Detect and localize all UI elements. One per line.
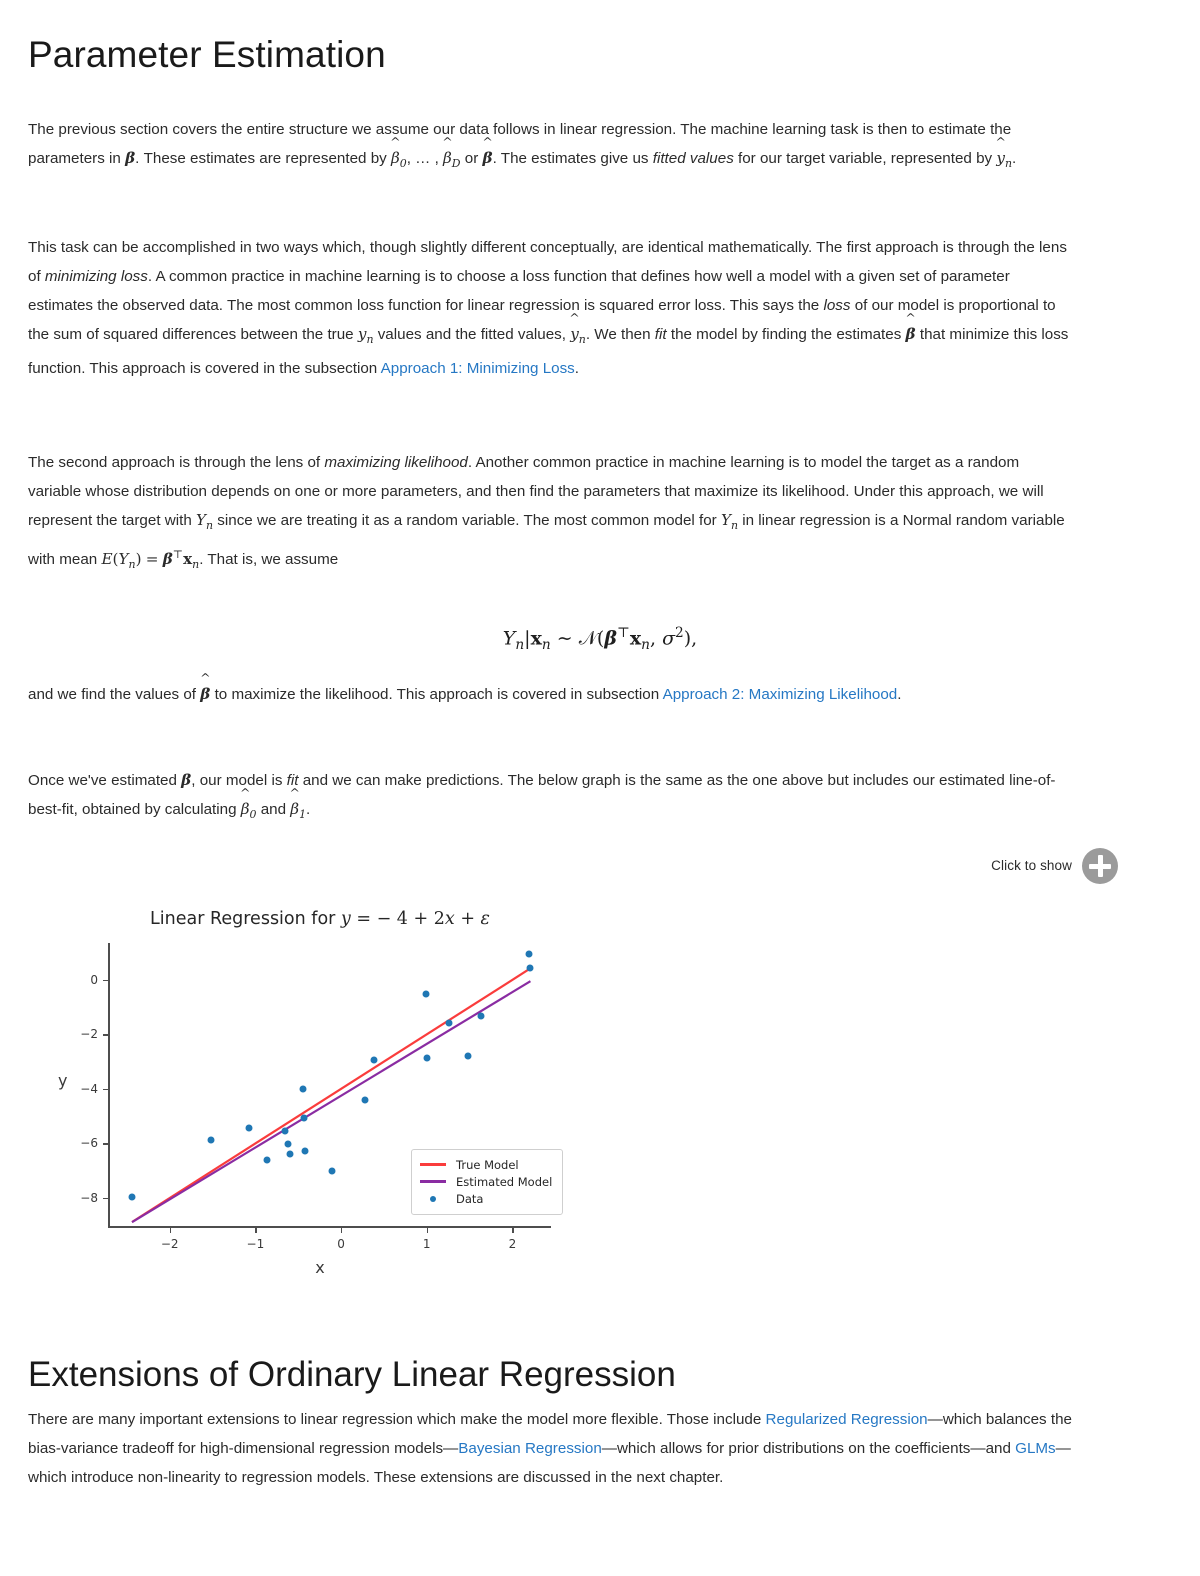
plus-vertical-bar (1097, 855, 1103, 877)
link-regularized-regression[interactable]: Regularized Regression (766, 1411, 928, 1428)
data-point (370, 1056, 378, 1064)
data-point (301, 1147, 309, 1155)
x-axis-tick-label: −1 (246, 1237, 265, 1251)
regression-figure: Linear Regression for y = − 4 + 2x + ε y… (40, 893, 600, 1293)
p5-text-a: Once we've estimated (28, 772, 182, 789)
legend-label-estimated-model: Estimated Model (456, 1174, 553, 1189)
legend-line-true-model (420, 1163, 446, 1166)
legend-row-data: Data (420, 1190, 552, 1207)
ext-text-c: —which allows for prior distributions on… (601, 1440, 1016, 1457)
data-point (328, 1167, 336, 1175)
paragraph-minimizing-loss: This task can be accomplished in two way… (28, 239, 1069, 378)
data-point (525, 950, 533, 958)
p2-italic-loss: loss (823, 297, 851, 314)
data-point (299, 1085, 307, 1093)
data-point (423, 1054, 431, 1062)
legend-row-true-model: True Model (420, 1156, 552, 1173)
paragraph-maximizing-likelihood: The second approach is through the lens … (28, 454, 1065, 572)
page-title: Parameter Estimation (28, 34, 386, 75)
data-point (445, 1019, 453, 1027)
y-axis-tick-label: −2 (80, 1027, 98, 1042)
y-axis-tick (103, 1143, 108, 1145)
legend-marker-data (420, 1195, 446, 1202)
section-title-extensions: Extensions of Ordinary Linear Regression (28, 1355, 676, 1394)
legend-label-data: Data (456, 1191, 484, 1206)
paragraph-extensions: There are many important extensions to l… (28, 1405, 1073, 1492)
x-axis-label: x (315, 1258, 325, 1277)
data-point (526, 964, 534, 972)
p1-italic-fitted-values: fitted values (652, 150, 734, 167)
x-axis-tick-label: 0 (337, 1237, 345, 1251)
plus-circle-icon[interactable] (1082, 848, 1118, 884)
p3-text-e: . That is, we assume (199, 551, 339, 569)
p4-text-b: to maximize the likelihood. This approac… (210, 686, 663, 703)
data-point (361, 1096, 369, 1104)
p4-text-c: . (897, 686, 902, 703)
legend-row-estimated-model: Estimated Model (420, 1173, 552, 1190)
x-axis-tick (255, 1228, 257, 1233)
legend-label-true-model: True Model (456, 1157, 519, 1172)
document-page: Parameter Estimation The previous sectio… (0, 0, 1200, 1576)
data-point (300, 1114, 308, 1122)
p3-italic-maximizing-likelihood: maximizing likelihood (324, 454, 468, 471)
y-axis-tick (103, 1088, 108, 1091)
data-point (207, 1136, 215, 1144)
x-axis-tick (169, 1228, 172, 1233)
x-axis-tick-label: 1 (422, 1237, 431, 1251)
y-axis-tick (103, 1034, 108, 1036)
p1-text-f: . (1012, 150, 1017, 167)
ext-text-a: There are many important extensions to l… (28, 1411, 766, 1428)
display-equation-normal-model: Yn|xn ∼ 𝒩(β⊤xn, σ2), (502, 625, 698, 654)
chart-title: Linear Regression for y = − 4 + 2x + ε (150, 909, 490, 929)
p2-italic-fit: fit (654, 326, 667, 343)
data-point (464, 1052, 472, 1060)
p1-text-b: . These estimates are represented by (135, 150, 391, 167)
p3-text-c: since we are treating it as a random var… (213, 512, 721, 529)
y-axis-tick-label: 0 (90, 972, 98, 987)
y-axis-tick-label: −8 (80, 1191, 98, 1205)
click-to-show-label[interactable]: Click to show (991, 858, 1072, 873)
link-bayesian-regression[interactable]: Bayesian Regression (458, 1440, 602, 1457)
data-point (286, 1150, 294, 1158)
x-axis-tick-label: −2 (160, 1237, 179, 1251)
p4-text-a: and we find the values of (28, 686, 201, 703)
data-point (128, 1193, 136, 1201)
p3-text-a: The second approach is through the lens … (28, 454, 325, 471)
p2-text-d: values and the fitted values, (373, 326, 571, 343)
p2-text-f: the model by finding the estimates (666, 326, 906, 343)
x-axis-tick (341, 1228, 343, 1233)
paragraph-approach-2: and we find the values of ^ β to maximize… (28, 669, 902, 703)
data-point (477, 1012, 485, 1020)
p2-text-e: . We then (585, 326, 655, 343)
paragraph-estimated-fit: Once we've estimated β, our model is fit… (28, 771, 1056, 822)
p2-italic-minimizing-loss: minimizing loss (44, 268, 148, 285)
data-point (245, 1124, 253, 1132)
y-axis-tick (103, 979, 108, 982)
link-approach-1[interactable]: Approach 1: Minimizing Loss (381, 360, 575, 377)
p5-text-d: and (256, 801, 291, 818)
link-approach-2[interactable]: Approach 2: Maximizing Likelihood (663, 686, 898, 703)
data-point (422, 990, 430, 998)
data-point (263, 1156, 271, 1164)
p1-text-e: for our target variable, represented by (733, 150, 997, 167)
y-axis-tick-label: −4 (80, 1081, 98, 1096)
paragraph-intro: The previous section covers the entire s… (28, 121, 1017, 171)
p2-text-h: . (574, 360, 580, 378)
p5-text-e: . (306, 801, 311, 818)
link-glms[interactable]: GLMs (1015, 1440, 1056, 1457)
data-point (284, 1140, 292, 1148)
chart-title-text: Linear Regression for (150, 909, 341, 929)
y-axis-tick-label: −6 (80, 1136, 98, 1151)
y-axis-tick (103, 1198, 108, 1200)
x-axis-tick (426, 1228, 429, 1233)
x-axis-tick-label: 2 (508, 1237, 517, 1251)
p1-text-d: . The estimates give us (492, 150, 653, 167)
y-axis-label: y (58, 1071, 68, 1090)
p1-text-c: or (460, 150, 483, 167)
x-axis-tick (512, 1228, 514, 1233)
chart-legend: True Model Estimated Model Data (411, 1149, 564, 1215)
legend-line-estimated-model (420, 1180, 446, 1183)
data-point (281, 1127, 288, 1135)
